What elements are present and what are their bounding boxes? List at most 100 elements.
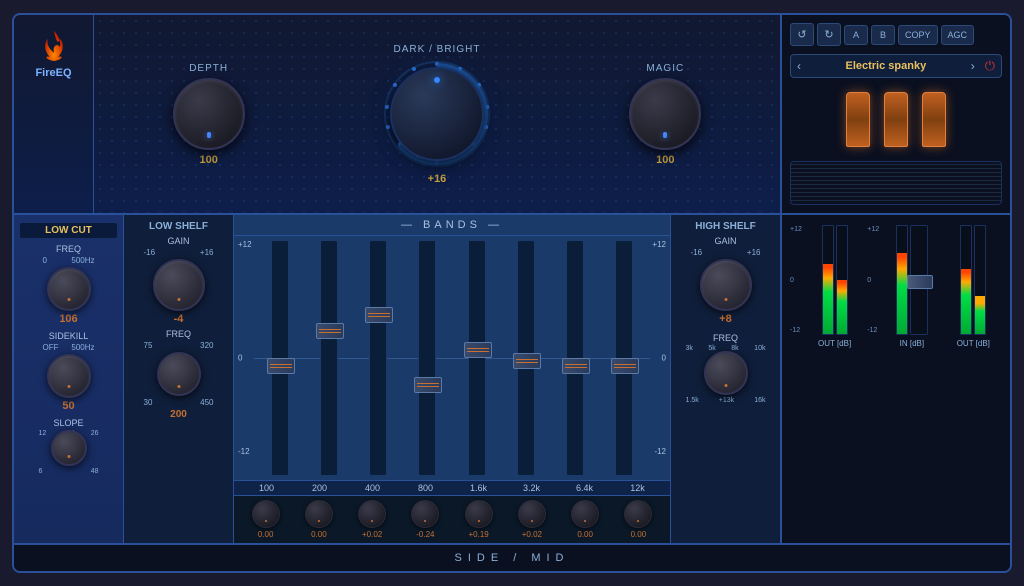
fader-track-1[interactable]: [320, 240, 338, 476]
freq-knob[interactable]: [47, 267, 91, 311]
ls-freq-min1: 75: [144, 341, 153, 350]
high-shelf-gain-range: -16 +16: [691, 248, 761, 257]
hs-freq-13k: +13k: [719, 397, 734, 404]
tube-2: [884, 92, 908, 147]
band-knob-value-2: +0.02: [362, 530, 382, 539]
freq-label-0: 100: [242, 483, 291, 493]
band-knob-5[interactable]: [518, 500, 546, 528]
in-meter-fill: [897, 253, 907, 334]
bottom-knob-4: +0.19: [455, 500, 502, 539]
high-shelf-gain-knob[interactable]: [700, 259, 752, 311]
high-shelf-freq-label: FREQ: [713, 333, 738, 343]
bottom-knobs-row: 0.00 0.00 +0.02 -0.24 +0.19: [234, 495, 670, 543]
in-meter-group: IN [dB]: [883, 225, 940, 533]
band-knob-2[interactable]: [358, 500, 386, 528]
band-knob-6[interactable]: [571, 500, 599, 528]
zero-line: [254, 358, 650, 359]
fader-line-4b: [467, 351, 489, 352]
out2-meter-bar-l: [960, 225, 972, 335]
power-button[interactable]: ⏻: [985, 58, 995, 74]
high-shelf-freq-knob[interactable]: [704, 351, 748, 395]
hs-freq-outer-marks: 1.5k +13k 16k: [686, 397, 766, 404]
fire-icon: [36, 27, 72, 63]
hs-gain-min: -16: [691, 248, 703, 257]
fader-track-2[interactable]: [369, 240, 387, 476]
fader-line-2: [368, 313, 390, 314]
logo-area: FireEQ: [14, 15, 94, 213]
ls-freq-min2: 30: [144, 398, 153, 407]
freq-value: 106: [59, 313, 77, 325]
agc-button[interactable]: AGC: [941, 25, 975, 45]
fader-handle-3[interactable]: [414, 377, 442, 393]
hs-freq-5k: 5k: [708, 345, 715, 352]
sidekill-max: 500Hz: [71, 343, 94, 352]
hs-freq-8k: 8k: [731, 345, 738, 352]
band-knob-3[interactable]: [411, 500, 439, 528]
preset-prev-button[interactable]: ‹: [797, 59, 801, 73]
fader-track-5[interactable]: [517, 240, 535, 476]
low-shelf-freq-knob[interactable]: [157, 352, 201, 396]
ls-freq-max1: 320: [200, 341, 213, 350]
sidekill-knob[interactable]: [47, 354, 91, 398]
bottom-knob-5: +0.02: [508, 500, 555, 539]
fader-track-6[interactable]: [566, 240, 584, 476]
fader-track-3[interactable]: [418, 240, 436, 476]
preset-a-button[interactable]: A: [844, 25, 868, 45]
scale-mark-top: +12: [790, 226, 802, 233]
fader-handle-2[interactable]: [365, 307, 393, 323]
hs-freq-3k: 3k: [686, 345, 693, 352]
freq-label-5: 3.2k: [507, 483, 556, 493]
slope-outer-max: 48: [91, 468, 99, 475]
copy-button[interactable]: COPY: [898, 25, 938, 45]
out2-meter-bar-r: [974, 225, 986, 335]
low-shelf-gain-group: GAIN -16 +16 -4: [130, 236, 227, 325]
redo-button[interactable]: ↻: [817, 23, 841, 46]
freq-group: FREQ 0 500Hz 106: [20, 244, 117, 325]
low-shelf-gain-label: GAIN: [167, 236, 189, 246]
bottom-knob-6: 0.00: [562, 500, 609, 539]
out2-meter-fill-r: [975, 296, 985, 334]
fader-handle-4[interactable]: [464, 342, 492, 358]
sidekill-range: OFF 500Hz: [39, 343, 99, 352]
bottom-knob-3: -0.24: [402, 500, 449, 539]
fader-handle-6[interactable]: [562, 358, 590, 374]
fader-track-4[interactable]: [468, 240, 486, 476]
band-knob-1[interactable]: [305, 500, 333, 528]
in-fader-handle[interactable]: [907, 275, 933, 289]
low-shelf-gain-max: +16: [200, 248, 214, 257]
bands-header: BANDS: [234, 215, 670, 236]
fader-handle-5[interactable]: [513, 353, 541, 369]
band-knob-4[interactable]: [465, 500, 493, 528]
preset-b-button[interactable]: B: [871, 25, 895, 45]
in-fader-track[interactable]: [910, 225, 928, 335]
fader-line-3: [417, 383, 439, 384]
slope-outer-range: 6 48: [39, 468, 99, 475]
fader-handle-0[interactable]: [267, 358, 295, 374]
meter-scale-col: +12 0 -12: [790, 225, 802, 335]
slope-knob[interactable]: [51, 430, 87, 466]
band-knob-0[interactable]: [252, 500, 280, 528]
preset-nav-row: ‹ Electric spanky › ⏻: [790, 54, 1002, 78]
fader-track-0[interactable]: [271, 240, 289, 476]
tube-3: [922, 92, 946, 147]
db-bottom-left: -12: [238, 447, 250, 456]
high-shelf-section: HIGH SHELF GAIN -16 +16 +8 FREQ 3k 5k: [670, 215, 780, 543]
high-shelf-gain-group: GAIN -16 +16 +8: [677, 236, 774, 325]
band-knob-7[interactable]: [624, 500, 652, 528]
fader-handle-1[interactable]: [316, 323, 344, 339]
undo-button[interactable]: ↺: [790, 23, 814, 46]
depth-knob[interactable]: [173, 78, 245, 150]
fader-track-7[interactable]: [615, 240, 633, 476]
fader-line-5: [516, 359, 538, 360]
out-meter-fill-r: [837, 280, 847, 334]
preset-next-button[interactable]: ›: [971, 59, 975, 73]
fader-handle-7[interactable]: [611, 358, 639, 374]
dark-bright-knob[interactable]: [382, 59, 492, 169]
db-top-left: +12: [238, 240, 252, 249]
bottom-knob-0: 0.00: [242, 500, 289, 539]
magic-knob[interactable]: [629, 78, 701, 150]
tube-1: [846, 92, 870, 147]
low-shelf-gain-knob[interactable]: [153, 259, 205, 311]
meter-scale-col2: +12 0 -12: [867, 225, 879, 335]
low-cut-strip: LOW CUT FREQ 0 500Hz 106 SIDEKILL OFF 50…: [14, 215, 124, 543]
